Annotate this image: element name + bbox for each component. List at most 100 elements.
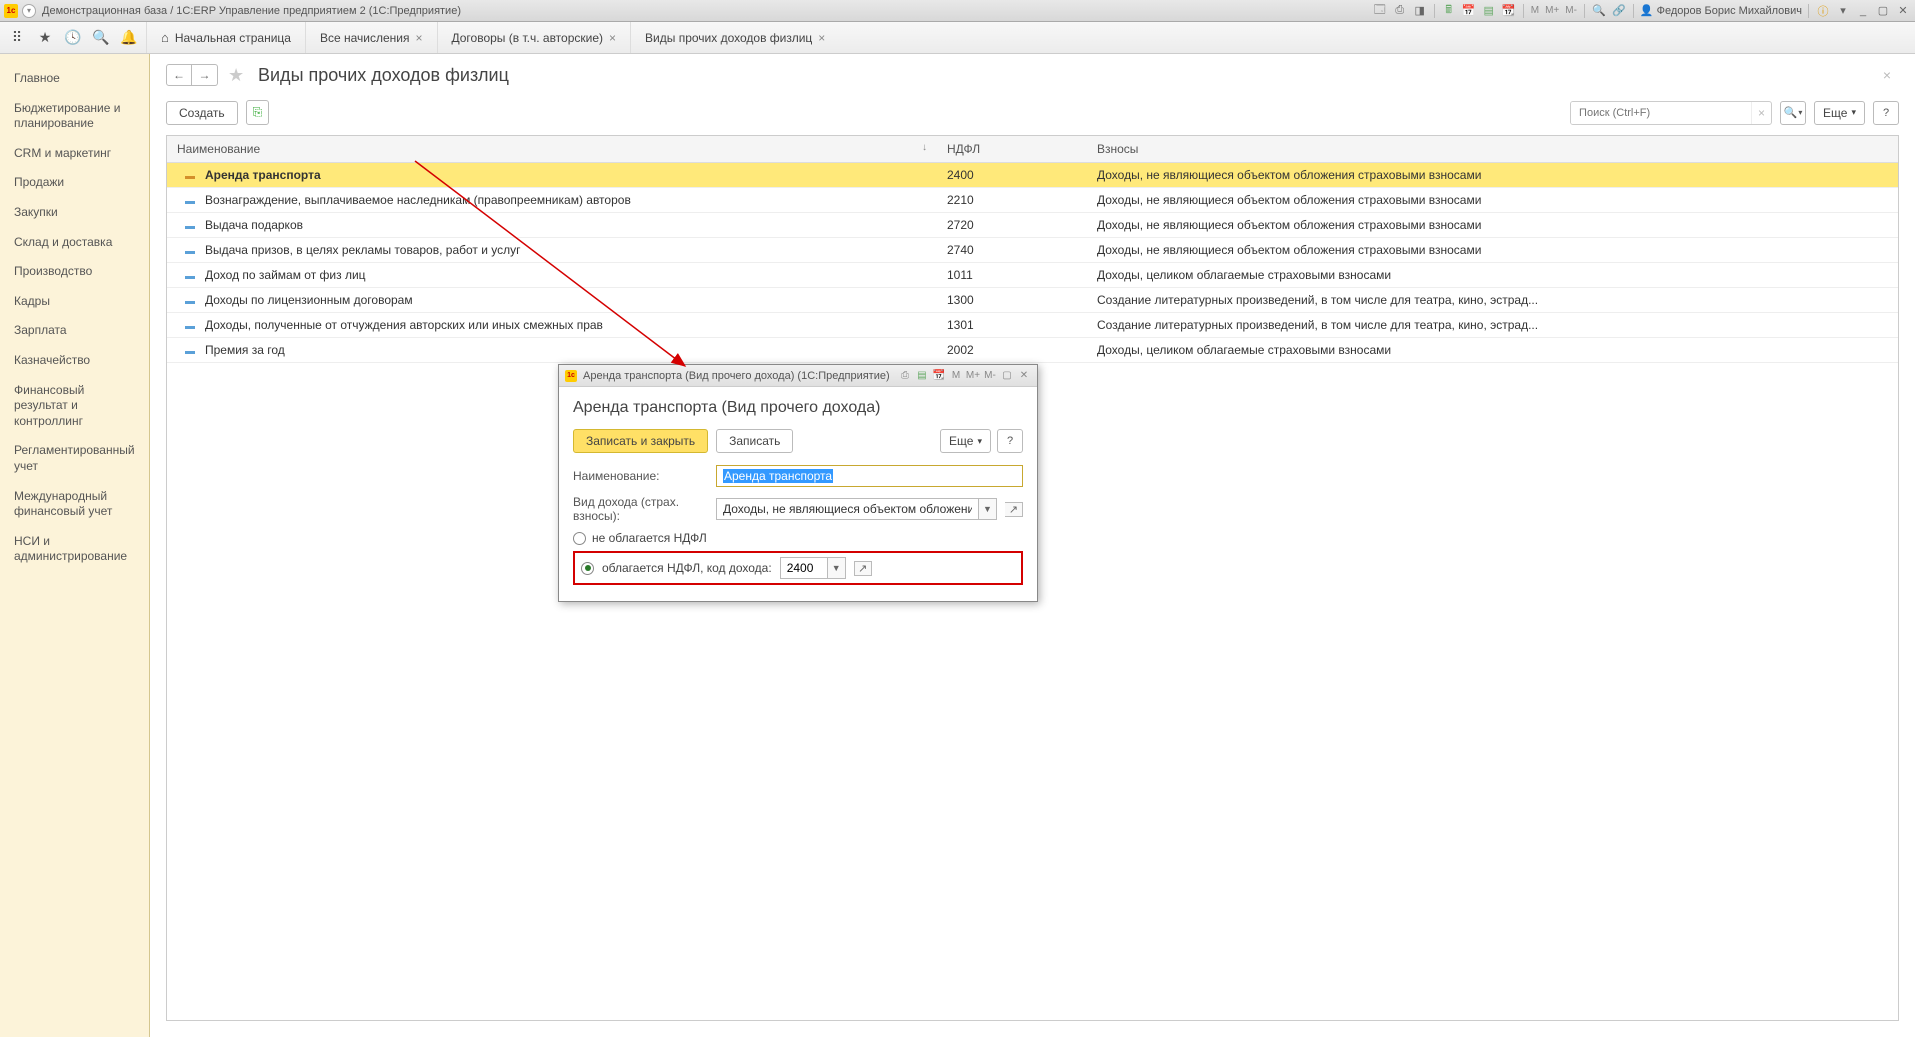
tab-other-income-types[interactable]: Виды прочих доходов физлиц × bbox=[630, 22, 839, 53]
kind-combo[interactable]: ▼ bbox=[716, 498, 997, 520]
sidebar-item-regaccounting[interactable]: Регламентированный учет bbox=[0, 436, 149, 481]
bell-icon[interactable]: 🔔 bbox=[120, 29, 138, 47]
table-row[interactable]: Доходы, полученные от отчуждения авторск… bbox=[167, 313, 1898, 338]
maximize-icon[interactable]: ▢ bbox=[1000, 369, 1014, 383]
close-icon[interactable]: × bbox=[415, 31, 422, 45]
radio-not-taxed[interactable]: не облагается НДФЛ bbox=[573, 531, 1023, 545]
save-close-button[interactable]: Записать и закрыть bbox=[573, 429, 708, 453]
mem-m[interactable]: M bbox=[1530, 5, 1540, 16]
sidebar-item-finresult[interactable]: Финансовый результат и контроллинг bbox=[0, 376, 149, 437]
date-icon[interactable]: 📆 bbox=[1501, 3, 1517, 19]
dialog-more-button[interactable]: Еще▾ bbox=[940, 429, 991, 453]
col-ndfl[interactable]: НДФЛ bbox=[937, 136, 1087, 163]
dropdown-icon[interactable]: ▾ bbox=[1835, 3, 1851, 19]
radio-icon[interactable] bbox=[581, 562, 594, 575]
table-row[interactable]: Премия за год2002Доходы, целиком облагае… bbox=[167, 338, 1898, 363]
sidebar-item-admin[interactable]: НСИ и администрирование bbox=[0, 527, 149, 572]
titlebar-dropdown-icon[interactable]: ▾ bbox=[22, 4, 36, 18]
mem-mminus[interactable]: M- bbox=[983, 369, 997, 383]
separator bbox=[1808, 4, 1809, 18]
sidebar-item-treasury[interactable]: Казначейство bbox=[0, 346, 149, 376]
chevron-down-icon[interactable]: ▼ bbox=[827, 558, 845, 578]
help-button[interactable]: ? bbox=[1873, 101, 1899, 125]
sidebar-item-sales[interactable]: Продажи bbox=[0, 168, 149, 198]
tab-all-accruals[interactable]: Все начисления × bbox=[305, 22, 437, 53]
print-icon[interactable]: ⎙ bbox=[898, 369, 912, 383]
sheet-icon[interactable]: ▤ bbox=[1481, 3, 1497, 19]
close-icon[interactable]: ✕ bbox=[1895, 3, 1911, 19]
history-icon[interactable]: 🕓 bbox=[64, 29, 82, 47]
close-page-icon[interactable]: × bbox=[1883, 67, 1891, 83]
sheet-icon[interactable]: ▤ bbox=[915, 369, 929, 383]
sidebar-item-hr[interactable]: Кадры bbox=[0, 287, 149, 317]
open-ref-icon[interactable]: ↗ bbox=[1005, 502, 1023, 517]
calendar-icon[interactable]: 📅 bbox=[1461, 3, 1477, 19]
table-header-row: Наименование НДФЛ Взносы bbox=[167, 136, 1898, 163]
favorite-icon[interactable]: ★ bbox=[36, 29, 54, 47]
sidebar-item-intlaccounting[interactable]: Международный финансовый учет bbox=[0, 482, 149, 527]
row-marker-icon bbox=[185, 301, 195, 304]
print-icon[interactable]: ⎙ bbox=[1392, 3, 1408, 19]
sidebar-item-warehouse[interactable]: Склад и доставка bbox=[0, 228, 149, 258]
col-vznosy[interactable]: Взносы bbox=[1087, 136, 1898, 163]
name-input[interactable]: Аренда транспорта bbox=[716, 465, 1023, 487]
content-area: ← → ★ Виды прочих доходов физлиц × Созда… bbox=[150, 54, 1915, 1037]
more-button[interactable]: Еще▾ bbox=[1814, 101, 1865, 125]
current-user[interactable]: 👤 Федоров Борис Михайлович bbox=[1640, 4, 1802, 17]
code-input[interactable] bbox=[781, 558, 827, 578]
compare-icon[interactable]: ◨ bbox=[1412, 3, 1428, 19]
dialog-titlebar[interactable]: 1c Аренда транспорта (Вид прочего дохода… bbox=[559, 365, 1037, 387]
sidebar-item-purchases[interactable]: Закупки bbox=[0, 198, 149, 228]
mem-mminus[interactable]: M- bbox=[1564, 5, 1578, 16]
sidebar-item-main[interactable]: Главное bbox=[0, 64, 149, 94]
col-name[interactable]: Наименование bbox=[167, 136, 937, 163]
create-button[interactable]: Создать bbox=[166, 101, 238, 125]
save-button[interactable]: Записать bbox=[716, 429, 793, 453]
radio-taxed-label: облагается НДФЛ, код дохода: bbox=[602, 561, 772, 575]
cell-ndfl: 2720 bbox=[947, 218, 974, 232]
calc-icon[interactable]: 🖩 bbox=[1441, 3, 1457, 19]
mem-mplus[interactable]: M+ bbox=[1544, 5, 1560, 16]
search-icon[interactable]: 🔍 bbox=[92, 29, 110, 47]
tab-contracts[interactable]: Договоры (в т.ч. авторские) × bbox=[437, 22, 631, 53]
cell-ndfl: 2210 bbox=[947, 193, 974, 207]
table-row[interactable]: Доход по займам от физ лиц1011Доходы, це… bbox=[167, 263, 1898, 288]
table-row[interactable]: Выдача призов, в целях рекламы товаров, … bbox=[167, 238, 1898, 263]
sidebar-item-salary[interactable]: Зарплата bbox=[0, 316, 149, 346]
mem-mplus[interactable]: M+ bbox=[966, 369, 980, 383]
search-input[interactable] bbox=[1571, 102, 1751, 124]
date-icon[interactable]: 📆 bbox=[932, 369, 946, 383]
sidebar-item-crm[interactable]: CRM и маркетинг bbox=[0, 139, 149, 169]
table-row[interactable]: Доходы по лицензионным договорам1300Созд… bbox=[167, 288, 1898, 313]
copy-button[interactable]: ⎘ bbox=[246, 100, 270, 125]
dialog-help-button[interactable]: ? bbox=[997, 429, 1023, 453]
chevron-down-icon[interactable]: ▼ bbox=[978, 499, 996, 519]
search-box: × bbox=[1570, 101, 1772, 125]
print-preview-icon[interactable]: 🗔 bbox=[1372, 3, 1388, 19]
table-row[interactable]: Вознаграждение, выплачиваемое наследника… bbox=[167, 188, 1898, 213]
table-row[interactable]: Аренда транспорта2400Доходы, не являющие… bbox=[167, 163, 1898, 188]
close-icon[interactable]: × bbox=[609, 31, 616, 45]
favorite-star-icon[interactable]: ★ bbox=[228, 65, 248, 85]
link-icon[interactable]: 🔗 bbox=[1611, 3, 1627, 19]
zoom-icon[interactable]: 🔍 bbox=[1591, 3, 1607, 19]
minimize-icon[interactable]: _ bbox=[1855, 3, 1871, 19]
mem-m[interactable]: M bbox=[949, 369, 963, 383]
radio-icon[interactable] bbox=[573, 532, 586, 545]
maximize-icon[interactable]: ▢ bbox=[1875, 3, 1891, 19]
table-row[interactable]: Выдача подарков2720Доходы, не являющиеся… bbox=[167, 213, 1898, 238]
clear-icon[interactable]: × bbox=[1751, 102, 1771, 124]
search-button[interactable]: 🔍▾ bbox=[1780, 101, 1806, 125]
nav-back-button[interactable]: ← bbox=[166, 64, 192, 86]
nav-forward-button[interactable]: → bbox=[192, 64, 218, 86]
code-combo[interactable]: ▼ bbox=[780, 557, 846, 579]
open-ref-icon[interactable]: ↗ bbox=[854, 561, 872, 576]
apps-icon[interactable]: ⠿ bbox=[8, 29, 26, 47]
tab-home[interactable]: ⌂ Начальная страница bbox=[146, 22, 305, 53]
sidebar-item-production[interactable]: Производство bbox=[0, 257, 149, 287]
sidebar-item-budgeting[interactable]: Бюджетирование и планирование bbox=[0, 94, 149, 139]
close-icon[interactable]: ✕ bbox=[1017, 369, 1031, 383]
info-icon[interactable]: ⓘ bbox=[1815, 3, 1831, 19]
kind-input[interactable] bbox=[717, 499, 978, 519]
close-icon[interactable]: × bbox=[818, 31, 825, 45]
